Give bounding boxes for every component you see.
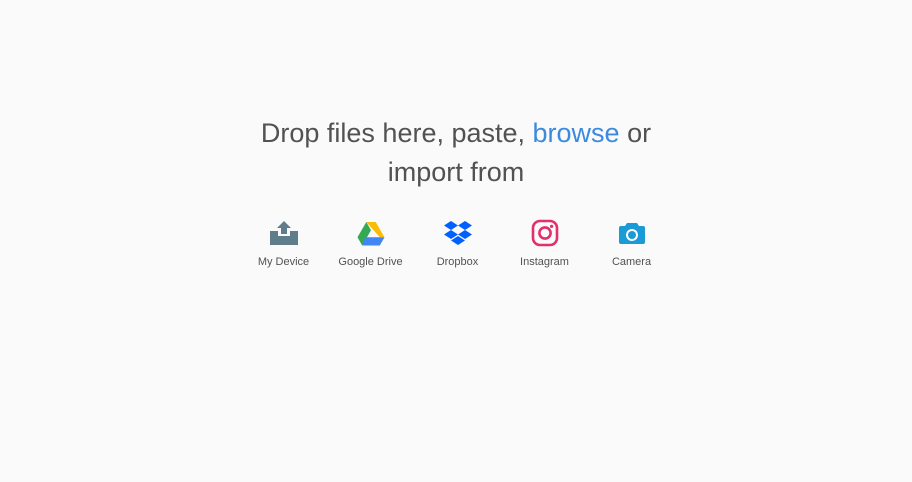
- drop-instructions-or: or: [619, 118, 652, 148]
- instagram-icon: [530, 218, 560, 248]
- camera-icon: [617, 218, 647, 248]
- source-list: My Device Google Drive Dropbox Instagram…: [240, 214, 675, 268]
- drop-instructions-prefix: Drop files here, paste,: [260, 118, 533, 148]
- browse-link[interactable]: browse: [533, 118, 620, 148]
- google-drive-icon: [356, 218, 386, 248]
- upload-tray-icon: [269, 218, 299, 248]
- source-label: Instagram: [520, 256, 569, 268]
- source-dropbox-button[interactable]: Dropbox: [414, 214, 501, 268]
- source-google-drive-button[interactable]: Google Drive: [327, 214, 414, 268]
- import-from-text: import from: [387, 157, 525, 187]
- source-my-device-button[interactable]: My Device: [240, 214, 327, 268]
- source-label: Camera: [611, 256, 652, 268]
- source-camera-button[interactable]: Camera: [588, 214, 675, 268]
- drop-instructions: Drop files here, paste, browse or import…: [0, 114, 912, 192]
- source-label: My Device: [257, 256, 310, 268]
- dropbox-icon: [443, 218, 473, 248]
- source-label: Dropbox: [436, 256, 479, 268]
- source-label: Google Drive: [338, 256, 403, 268]
- source-instagram-button[interactable]: Instagram: [501, 214, 588, 268]
- file-uploader-dashboard: Drop files here, paste, browse or import…: [0, 0, 912, 482]
